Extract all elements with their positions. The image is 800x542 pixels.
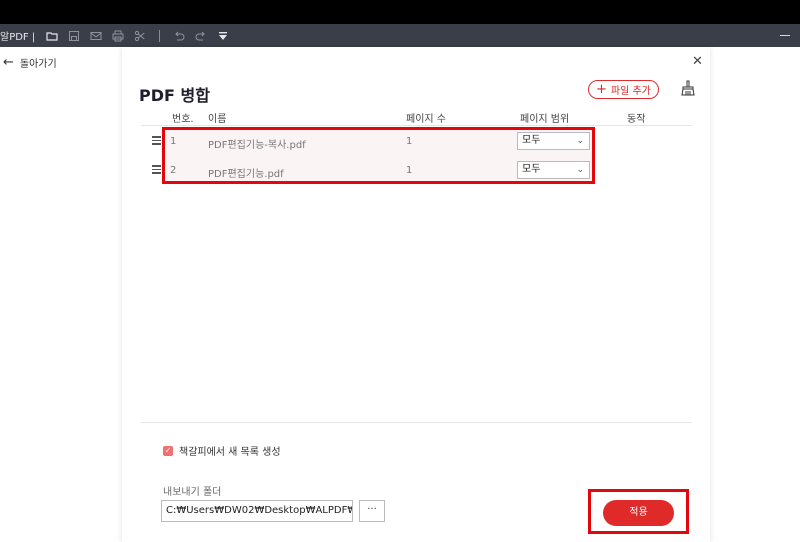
title-bar — [0, 0, 800, 24]
col-number: 번호. — [172, 114, 194, 125]
apply-highlight-box — [588, 489, 689, 534]
toolbar: 알PDF | — [0, 24, 800, 47]
add-file-label: 파일 추가 — [610, 86, 651, 97]
dialog-title: PDF 병합 — [139, 86, 210, 105]
bookmark-option[interactable]: ✓ 책갈피에서 새 목록 생성 — [163, 443, 281, 458]
plus-icon: + — [596, 81, 607, 97]
checkbox-checked-icon[interactable]: ✓ — [163, 445, 173, 456]
export-folder-label: 내보내기 폴더 — [163, 487, 222, 498]
add-file-button[interactable]: + 파일 추가 — [588, 80, 659, 99]
drag-handle-icon[interactable] — [152, 165, 161, 174]
scissors-icon[interactable] — [129, 24, 151, 47]
browse-button[interactable]: ··· — [359, 500, 385, 522]
undo-icon[interactable] — [168, 24, 190, 47]
dropdown-icon[interactable] — [212, 24, 234, 47]
col-page-range: 페이지 범위 — [520, 114, 570, 125]
back-button[interactable]: ← 돌아가기 — [3, 54, 57, 71]
export-path-field[interactable]: C:₩Users₩DW02₩Desktop₩ALPDF₩Comb — [161, 500, 353, 522]
minimize-icon[interactable] — [780, 35, 790, 36]
drag-handle-icon[interactable] — [152, 136, 161, 145]
folder-icon[interactable] — [41, 24, 63, 47]
right-panel — [710, 47, 800, 542]
left-panel — [0, 47, 122, 542]
toolbar-separator — [159, 29, 161, 42]
save-icon[interactable] — [63, 24, 85, 47]
app-name: 알PDF | — [0, 32, 36, 43]
mail-icon[interactable] — [85, 24, 107, 47]
clear-list-icon[interactable] — [680, 80, 696, 96]
redo-icon[interactable] — [190, 24, 212, 47]
col-action: 동작 — [627, 114, 646, 125]
bookmark-option-label: 책갈피에서 새 목록 생성 — [179, 447, 281, 458]
print-icon[interactable] — [107, 24, 129, 47]
arrow-left-icon: ← — [3, 54, 14, 70]
close-icon[interactable]: ✕ — [692, 54, 703, 69]
table-header: 번호. 이름 페이지 수 페이지 범위 동작 — [141, 108, 692, 126]
back-label: 돌아가기 — [19, 59, 57, 70]
col-page-count: 페이지 수 — [406, 114, 446, 125]
rows-highlight-box — [162, 127, 595, 184]
divider — [141, 422, 692, 423]
col-name: 이름 — [208, 114, 227, 125]
